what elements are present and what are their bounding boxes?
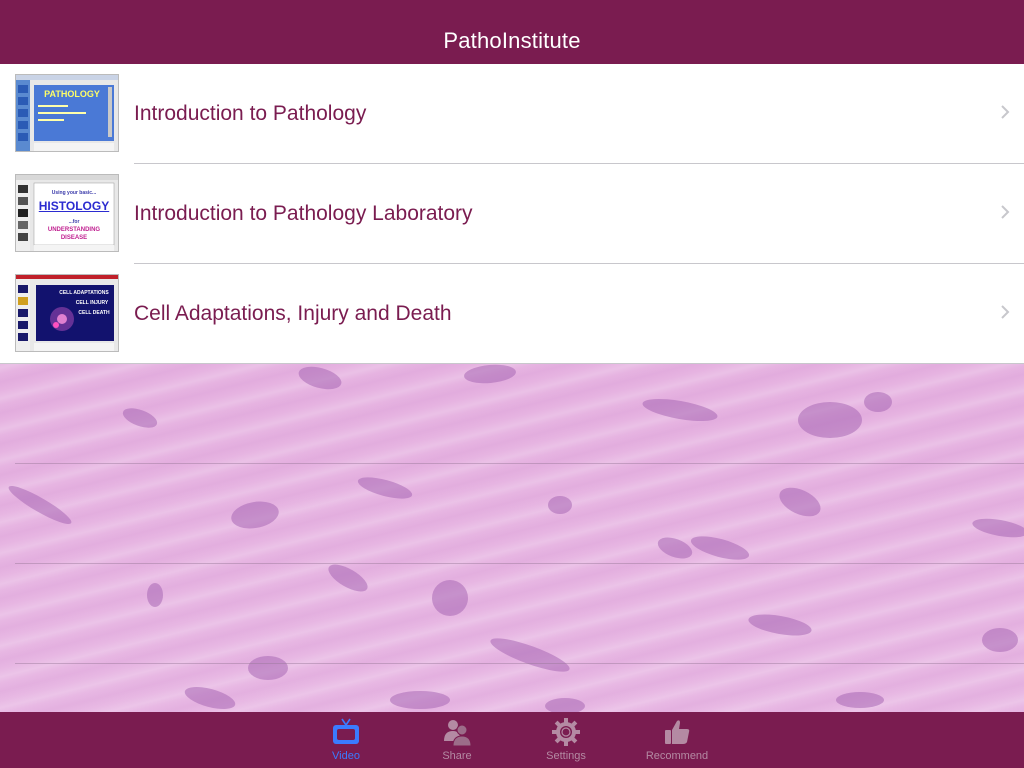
slide-subtitle: ...for (68, 219, 80, 225)
chevron-right-icon (1001, 105, 1010, 119)
empty-row-separator (15, 563, 1024, 564)
tab-label: Settings (546, 750, 586, 762)
chevron-right-icon (1001, 205, 1010, 219)
slide-subtitle: DISEASE (60, 235, 88, 241)
video-row-intro-pathology[interactable]: PATHOLOGY Introduction to Pathology (0, 64, 1024, 164)
app-title: PathoInstitute (443, 28, 581, 53)
slide-thumbnail-pathology (16, 75, 118, 151)
row-separator (0, 363, 1024, 364)
tab-video[interactable]: Video (301, 712, 391, 768)
tab-label: Video (332, 750, 360, 762)
chevron-right-icon (1001, 305, 1010, 319)
tab-share[interactable]: Share (412, 712, 502, 768)
empty-row-separator (15, 663, 1024, 664)
empty-row-separator (15, 463, 1024, 464)
slide-line: CELL INJURY (75, 300, 109, 306)
slide-heading: HISTOLOGY (38, 199, 110, 213)
video-thumbnail: Using your basic... HISTOLOGY ...for UND… (15, 174, 119, 252)
video-title: Cell Adaptations, Injury and Death (134, 302, 452, 325)
slide-line: CELL ADAPTATIONS (59, 290, 109, 296)
slide-subtitle: Using your basic... (51, 190, 97, 196)
tab-settings[interactable]: Settings (521, 712, 611, 768)
tab-recommend[interactable]: Recommend (632, 712, 722, 768)
thumbs-up-icon (665, 720, 690, 744)
slide-line: CELL DEATH (78, 310, 110, 316)
nav-bar: PathoInstitute (0, 0, 1024, 64)
tab-bar: Video Share Settings Recommend (0, 712, 1024, 768)
gear-icon (552, 718, 580, 746)
video-list: PATHOLOGY Introduction to Pathology Usin… (0, 64, 1024, 364)
slide-subtitle: UNDERSTANDING (47, 227, 101, 233)
tab-label: Share (442, 750, 472, 762)
video-row-intro-lab[interactable]: Using your basic... HISTOLOGY ...for UND… (0, 164, 1024, 264)
video-thumbnail: PATHOLOGY (15, 74, 119, 152)
tab-label: Recommend (645, 750, 709, 762)
video-thumbnail: CELL ADAPTATIONS CELL INJURY CELL DEATH (15, 274, 119, 352)
tv-icon (333, 718, 359, 744)
people-icon (444, 720, 471, 747)
slide-heading: PATHOLOGY (44, 89, 100, 99)
video-row-cell-adaptations[interactable]: CELL ADAPTATIONS CELL INJURY CELL DEATH … (0, 264, 1024, 364)
video-title: Introduction to Pathology (134, 102, 367, 125)
video-title: Introduction to Pathology Laboratory (134, 202, 473, 225)
